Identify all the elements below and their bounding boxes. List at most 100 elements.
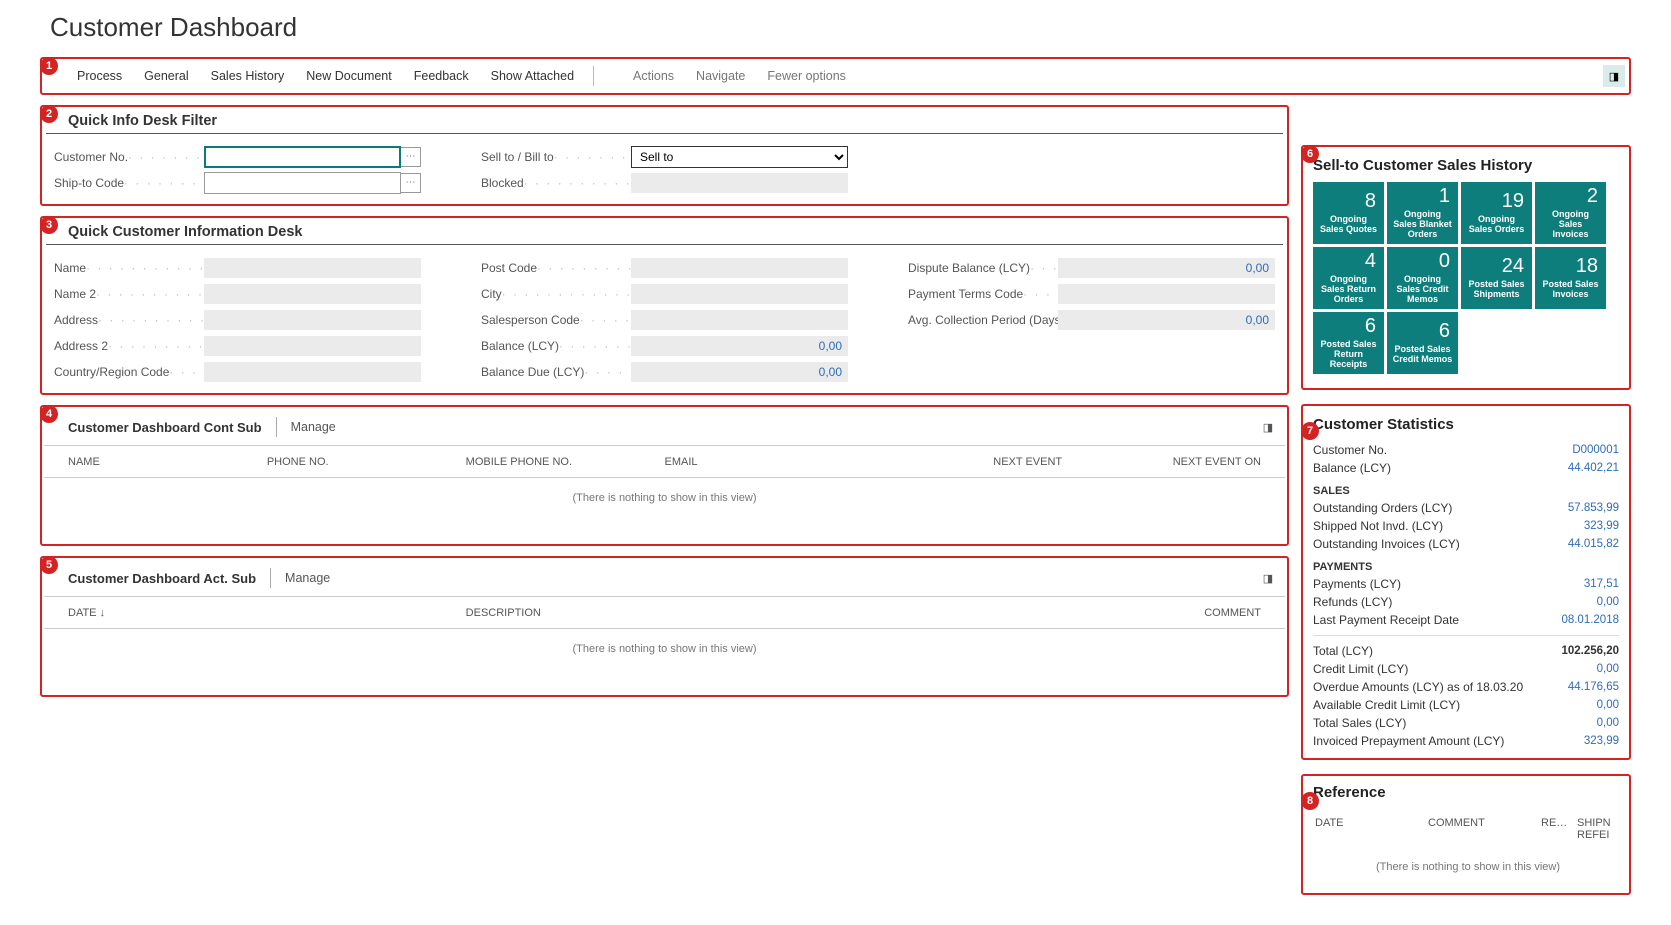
info-value bbox=[204, 362, 421, 382]
ship-to-input[interactable] bbox=[204, 172, 401, 194]
stat-value[interactable]: 317,51 bbox=[1584, 578, 1619, 590]
info-value bbox=[631, 284, 848, 304]
stats-title: Customer Statistics bbox=[1313, 412, 1619, 441]
sell-to-bill-to-label: Sell to / Bill to bbox=[481, 150, 631, 164]
stat-value[interactable]: 0,00 bbox=[1597, 699, 1619, 711]
annotation-3: 3 bbox=[40, 216, 58, 234]
customer-no-lookup[interactable]: ⋯ bbox=[401, 147, 421, 167]
action-sales-history[interactable]: Sales History bbox=[200, 59, 296, 93]
tile-posted-sales-credit-memos[interactable]: 6Posted Sales Credit Memos bbox=[1387, 312, 1458, 374]
quick-info-filter: 2 Quick Info Desk Filter Customer No. ⋯ … bbox=[40, 105, 1289, 206]
sub1-empty: (There is nothing to show in this view) bbox=[44, 478, 1285, 538]
ref-title: Reference bbox=[1313, 780, 1623, 809]
stat-value[interactable]: 0,00 bbox=[1597, 717, 1619, 729]
info-value bbox=[204, 310, 421, 330]
sell-to-bill-to-select[interactable]: Sell to bbox=[631, 146, 848, 168]
page-title: Customer Dashboard bbox=[40, 0, 1631, 57]
column-header[interactable]: PHONE NO. bbox=[267, 456, 466, 468]
column-header[interactable]: DATE ↓ bbox=[68, 607, 466, 619]
annotation-6: 6 bbox=[1301, 145, 1319, 163]
action-show-attached[interactable]: Show Attached bbox=[480, 59, 585, 93]
info-label: City bbox=[481, 287, 631, 301]
quick-customer-info: 3 Quick Customer Information Desk Name Na… bbox=[40, 216, 1289, 395]
ref-col-ship[interactable]: SHIPN REFEI bbox=[1577, 817, 1621, 841]
info-label: Avg. Collection Period (Days) bbox=[908, 313, 1058, 327]
stat-value[interactable]: 57.853,99 bbox=[1568, 502, 1619, 514]
tile-ongoing-sales-invoices[interactable]: 2Ongoing Sales Invoices bbox=[1535, 182, 1606, 244]
info-label: Balance (LCY) bbox=[481, 339, 631, 353]
stat-label: Available Credit Limit (LCY) bbox=[1313, 698, 1460, 712]
ship-to-label: Ship-to Code bbox=[54, 176, 204, 190]
column-header[interactable]: COMMENT bbox=[863, 607, 1261, 619]
action-navigate[interactable]: Navigate bbox=[685, 59, 756, 93]
sub2-title: Customer Dashboard Act. Sub bbox=[68, 571, 256, 586]
info-label: Country/Region Code bbox=[54, 365, 204, 379]
info-title: Quick Customer Information Desk bbox=[46, 218, 1283, 245]
customer-no-input[interactable] bbox=[204, 146, 401, 168]
action-general[interactable]: General bbox=[133, 59, 199, 93]
sub1-expand[interactable]: ◨ bbox=[1259, 418, 1277, 436]
tile-ongoing-sales-return-orders[interactable]: 4Ongoing Sales Return Orders bbox=[1313, 247, 1384, 309]
annotation-2: 2 bbox=[40, 105, 58, 123]
ref-col-re[interactable]: RE… bbox=[1541, 817, 1577, 841]
stat-value[interactable]: 0,00 bbox=[1597, 663, 1619, 675]
info-label: Address bbox=[54, 313, 204, 327]
stat-value[interactable]: 0,00 bbox=[1597, 596, 1619, 608]
stat-value[interactable]: 44.015,82 bbox=[1568, 538, 1619, 550]
expand-factbox-toggle[interactable]: ◨ bbox=[1603, 65, 1625, 87]
ship-to-lookup[interactable]: ⋯ bbox=[401, 173, 421, 193]
blocked-value bbox=[631, 173, 848, 193]
info-label: Name 2 bbox=[54, 287, 204, 301]
tile-posted-sales-invoices[interactable]: 18Posted Sales Invoices bbox=[1535, 247, 1606, 309]
info-label: Name bbox=[54, 261, 204, 275]
column-header[interactable]: MOBILE PHONE NO. bbox=[466, 456, 665, 468]
ref-empty: (There is nothing to show in this view) bbox=[1313, 849, 1623, 885]
sub2-empty: (There is nothing to show in this view) bbox=[44, 629, 1285, 689]
stat-label: Outstanding Invoices (LCY) bbox=[1313, 537, 1460, 551]
tile-ongoing-sales-quotes[interactable]: 8Ongoing Sales Quotes bbox=[1313, 182, 1384, 244]
stat-value[interactable]: D000001 bbox=[1572, 444, 1619, 456]
stat-value[interactable]: 323,99 bbox=[1584, 735, 1619, 747]
info-value: 0,00 bbox=[1058, 258, 1275, 278]
action-bar-region: 1 ProcessGeneralSales HistoryNew Documen… bbox=[40, 57, 1631, 95]
info-label: Address 2 bbox=[54, 339, 204, 353]
tile-ongoing-sales-credit-memos[interactable]: 0Ongoing Sales Credit Memos bbox=[1387, 247, 1458, 309]
stat-label: Total Sales (LCY) bbox=[1313, 716, 1406, 730]
tile-ongoing-sales-blanket-orders[interactable]: 1Ongoing Sales Blanket Orders bbox=[1387, 182, 1458, 244]
info-value bbox=[204, 284, 421, 304]
info-label: Dispute Balance (LCY) bbox=[908, 261, 1058, 275]
stat-value[interactable]: 44.176,65 bbox=[1568, 681, 1619, 693]
column-header[interactable]: NEXT EVENT ON bbox=[1062, 456, 1261, 468]
sub2-manage[interactable]: Manage bbox=[285, 571, 330, 585]
column-header[interactable]: NAME bbox=[68, 456, 267, 468]
ref-col-comment[interactable]: COMMENT bbox=[1428, 817, 1541, 841]
column-header[interactable]: DESCRIPTION bbox=[466, 607, 864, 619]
action-fewer-options[interactable]: Fewer options bbox=[756, 59, 857, 93]
blocked-label: Blocked bbox=[481, 176, 631, 190]
info-value bbox=[1058, 284, 1275, 304]
sales-history-title: Sell-to Customer Sales History bbox=[1313, 153, 1619, 182]
tile-ongoing-sales-orders[interactable]: 19Ongoing Sales Orders bbox=[1461, 182, 1532, 244]
stat-value[interactable]: 323,99 bbox=[1584, 520, 1619, 532]
sub1-manage[interactable]: Manage bbox=[291, 420, 336, 434]
sub1-title: Customer Dashboard Cont Sub bbox=[68, 420, 262, 435]
action-process[interactable]: Process bbox=[66, 59, 133, 93]
annotation-4: 4 bbox=[40, 405, 58, 423]
stat-value[interactable]: 102.256,20 bbox=[1561, 645, 1619, 657]
column-header[interactable]: EMAIL bbox=[664, 456, 863, 468]
tile-posted-sales-return-receipts[interactable]: 6Posted Sales Return Receipts bbox=[1313, 312, 1384, 374]
info-value bbox=[204, 336, 421, 356]
info-label: Payment Terms Code bbox=[908, 287, 1058, 301]
stat-value[interactable]: 44.402,21 bbox=[1568, 462, 1619, 474]
customer-dashboard-act-sub: 5 Customer Dashboard Act. Sub Manage ◨ D… bbox=[40, 556, 1289, 697]
sub2-expand[interactable]: ◨ bbox=[1259, 569, 1277, 587]
info-value: 0,00 bbox=[631, 362, 848, 382]
column-header[interactable]: NEXT EVENT bbox=[863, 456, 1062, 468]
action-new-document[interactable]: New Document bbox=[295, 59, 402, 93]
action-feedback[interactable]: Feedback bbox=[403, 59, 480, 93]
tile-posted-sales-shipments[interactable]: 24Posted Sales Shipments bbox=[1461, 247, 1532, 309]
info-label: Salesperson Code bbox=[481, 313, 631, 327]
action-actions[interactable]: Actions bbox=[622, 59, 685, 93]
ref-col-date[interactable]: DATE bbox=[1315, 817, 1428, 841]
stat-value[interactable]: 08.01.2018 bbox=[1561, 614, 1619, 626]
